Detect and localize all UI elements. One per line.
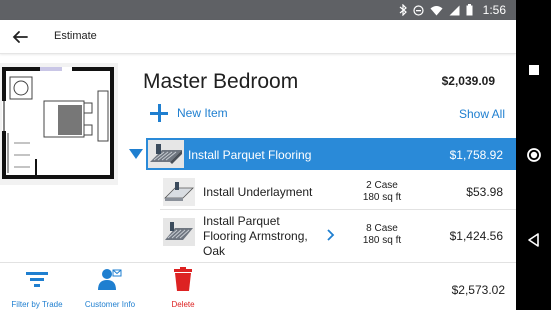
room-title: Master Bedroom [143, 70, 299, 93]
selected-item-price: $1,758.92 [449, 148, 503, 162]
bluetooth-icon [399, 4, 407, 16]
parquet-flooring-icon [163, 218, 195, 246]
grand-total: $2,573.02 [451, 283, 505, 297]
list-item[interactable]: Install Parquet Flooring Armstrong, Oak … [160, 211, 516, 259]
new-item-button[interactable]: New Item [149, 103, 228, 123]
item-name-line-3: Oak [203, 244, 226, 258]
floor-plan-thumbnail[interactable] [0, 63, 118, 185]
item-qty: 2 Case [366, 180, 398, 191]
filter-by-trade-label: Filter by Trade [11, 300, 63, 309]
line-item-selected[interactable]: Install Parquet Flooring $1,758.92 [146, 138, 516, 170]
app-screen: 1:56 Estimate Master Bedroom $2,039.09 N… [0, 0, 516, 310]
plus-icon [149, 103, 169, 123]
minus-circle-icon [413, 4, 424, 16]
new-item-label: New Item [177, 106, 228, 120]
item-area: 180 sq ft [362, 235, 402, 246]
status-time: 1:56 [482, 3, 506, 17]
status-bar: 1:56 [0, 0, 516, 20]
item-qty: 8 Case [366, 223, 398, 234]
filter-by-trade-button[interactable]: Filter by Trade [2, 263, 72, 310]
show-all-button[interactable]: Show All [459, 107, 505, 121]
trash-icon [174, 267, 192, 291]
item-area: 180 sq ft [362, 192, 402, 203]
list-item[interactable]: Install Underlayment 2 Case 180 sq ft $5… [160, 174, 516, 210]
item-name-line-1: Install Parquet [203, 214, 280, 228]
back-triangle-icon[interactable] [526, 232, 542, 248]
room-total: $2,039.09 [441, 74, 495, 88]
customer-info-icon [98, 269, 122, 290]
customer-info-label: Customer Info [84, 300, 136, 309]
back-arrow-icon[interactable] [10, 27, 30, 47]
wifi-icon [430, 5, 443, 15]
parquet-flooring-icon [148, 140, 184, 168]
selected-item-name: Install Parquet Flooring [188, 148, 312, 162]
underlayment-icon [163, 178, 195, 206]
delete-label: Delete [171, 300, 195, 309]
item-name: Install Underlayment [203, 185, 313, 199]
chevron-right-icon[interactable] [326, 229, 336, 241]
filter-icon [26, 272, 48, 287]
recents-square-icon[interactable] [526, 62, 542, 78]
bottom-toolbar: Filter by Trade Customer Info Delete $2,… [0, 262, 516, 310]
item-name-line-2: Flooring Armstrong, [203, 229, 308, 243]
item-price: $53.98 [466, 185, 503, 199]
home-circle-icon[interactable] [526, 147, 542, 163]
item-price: $1,424.56 [449, 229, 503, 243]
app-bar: Estimate [0, 20, 516, 54]
delete-button[interactable]: Delete [148, 263, 218, 310]
customer-info-button[interactable]: Customer Info [75, 263, 145, 310]
signal-icon [449, 5, 460, 15]
page-title: Estimate [54, 30, 97, 42]
collapse-caret-icon[interactable] [129, 149, 143, 159]
battery-icon [466, 4, 473, 16]
android-nav-bar [516, 0, 551, 310]
